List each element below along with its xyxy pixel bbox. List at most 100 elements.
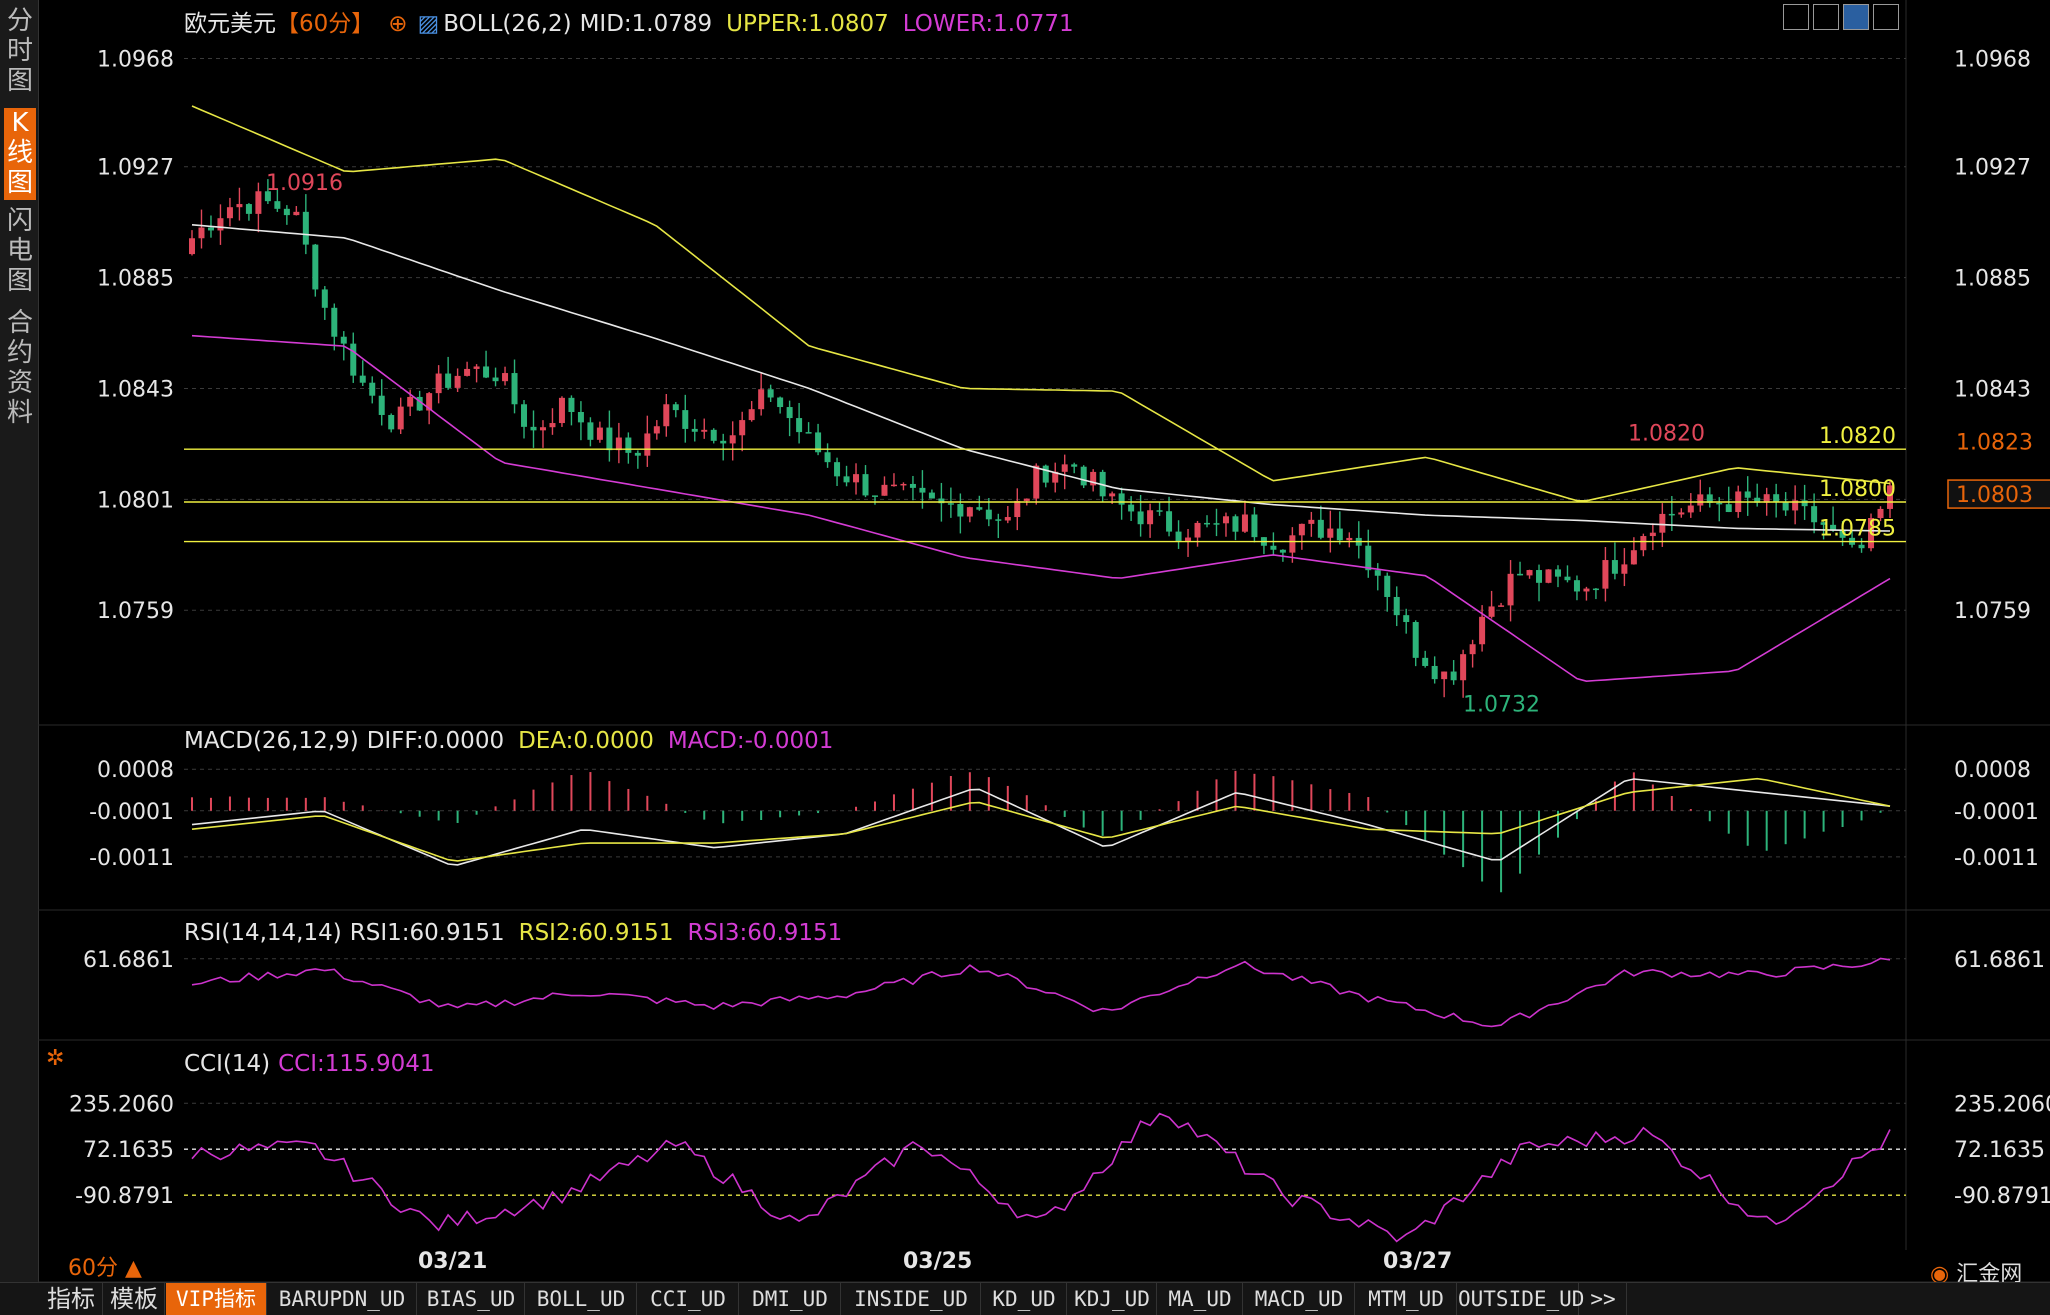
candle-body-21 bbox=[388, 414, 395, 430]
candle-body-153 bbox=[1640, 536, 1647, 551]
candle-body-72 bbox=[871, 495, 878, 497]
candle-body-76 bbox=[909, 483, 916, 488]
bottom-tab-4[interactable]: BIAS_UD bbox=[418, 1283, 525, 1315]
candle-body-145 bbox=[1564, 576, 1571, 581]
price-ytick-left-0: 1.0968 bbox=[97, 47, 174, 72]
cci-ytick-right-1: 72.1635 bbox=[1954, 1138, 2045, 1163]
macd-ytick-left-1: -0.0001 bbox=[89, 800, 174, 825]
candle-body-129 bbox=[1412, 622, 1419, 658]
bottom-tab-9[interactable]: KD_UD bbox=[982, 1283, 1067, 1315]
rsi-line bbox=[191, 957, 1891, 1028]
period-label[interactable]: 【60分】 bbox=[276, 11, 374, 37]
candle-body-140 bbox=[1517, 573, 1524, 576]
candle-body-43 bbox=[596, 427, 603, 440]
chart-icon: ▨ bbox=[417, 11, 440, 37]
macd-legend: MACD(26,12,9) DIFF:0.0000 DEA:0.0000 MACD:-… bbox=[184, 728, 847, 754]
tab-kline[interactable]: K线图 bbox=[4, 108, 36, 200]
candle-body-93 bbox=[1071, 464, 1078, 467]
candlestick-icon[interactable] bbox=[1813, 4, 1839, 30]
bottom-tab-12[interactable]: MACD_UD bbox=[1244, 1283, 1355, 1315]
candle-body-3 bbox=[217, 218, 224, 231]
expand-icon[interactable] bbox=[1873, 4, 1899, 30]
bottom-tab-7[interactable]: DMI_UD bbox=[740, 1283, 841, 1315]
candle-body-127 bbox=[1393, 596, 1400, 616]
bottom-tab-10[interactable]: KDJ_UD bbox=[1068, 1283, 1157, 1315]
candle-body-110 bbox=[1232, 516, 1239, 532]
candle-body-83 bbox=[976, 507, 983, 510]
bottom-tab-15[interactable]: >> bbox=[1580, 1283, 1627, 1315]
macd-ytick-left-2: -0.0011 bbox=[89, 846, 174, 871]
bottom-tab-13[interactable]: MTM_UD bbox=[1356, 1283, 1457, 1315]
candle-body-9 bbox=[274, 201, 281, 209]
period-indicator[interactable]: 60分 ▲ bbox=[68, 1250, 142, 1282]
candle-body-85 bbox=[995, 519, 1002, 521]
candle-body-46 bbox=[625, 437, 632, 453]
candle-body-23 bbox=[407, 396, 414, 407]
bottom-tab-2[interactable]: VIP指标 bbox=[166, 1283, 267, 1315]
candle-body-149 bbox=[1602, 560, 1609, 589]
price-ytick-left-5: 1.0759 bbox=[97, 599, 174, 624]
bottom-tab-14[interactable]: OUTSIDE_UD bbox=[1458, 1283, 1584, 1315]
level-label-2: 1.0785 bbox=[1819, 517, 1896, 542]
bottom-tab-0[interactable]: 指标 bbox=[40, 1283, 103, 1315]
boll-label: BOLL(26,2) bbox=[443, 11, 572, 37]
candle-body-158 bbox=[1687, 505, 1694, 513]
candle-body-22 bbox=[397, 406, 404, 430]
candle-body-115 bbox=[1279, 549, 1286, 553]
candle-body-11 bbox=[293, 211, 300, 216]
candle-body-124 bbox=[1365, 545, 1372, 571]
x-label-1: 03/25 bbox=[903, 1249, 972, 1274]
candle-body-151 bbox=[1621, 564, 1628, 574]
candle-body-70 bbox=[853, 474, 860, 483]
candle-body-67 bbox=[824, 452, 831, 463]
candle-body-131 bbox=[1431, 665, 1438, 680]
candle-body-77 bbox=[919, 487, 926, 493]
tab-timeshare[interactable]: 分时图 bbox=[4, 6, 36, 102]
candle-body-154 bbox=[1649, 532, 1656, 537]
bottom-tab-1[interactable]: 模板 bbox=[104, 1283, 165, 1315]
rsi3-value: RSI3:60.9151 bbox=[687, 920, 843, 946]
candle-body-167 bbox=[1773, 494, 1780, 503]
rsi2-value: RSI2:60.9151 bbox=[518, 920, 674, 946]
candle-body-109 bbox=[1222, 516, 1229, 524]
macd-ytick-left-0: 0.0008 bbox=[97, 758, 174, 783]
candle-body-101 bbox=[1147, 510, 1154, 525]
candle-body-155 bbox=[1659, 513, 1666, 533]
sidebar: 分时图 K线图 闪电图 合约资料 bbox=[0, 0, 39, 1282]
chart-canvas[interactable]: 1.0968 1.0968 1.0927 1.0927 1.0885 1.0885 1.08… bbox=[38, 0, 2050, 1282]
candle-body-106 bbox=[1194, 522, 1201, 538]
bottom-tab-11[interactable]: MA_UD bbox=[1158, 1283, 1243, 1315]
bottom-tab-3[interactable]: BARUPDN_UD bbox=[268, 1283, 417, 1315]
candle-body-49 bbox=[653, 426, 660, 434]
settings-icon[interactable]: ✲ bbox=[46, 1046, 64, 1071]
candle-body-108 bbox=[1213, 523, 1220, 525]
crosshair-icon[interactable] bbox=[1783, 4, 1809, 30]
bottom-tab-8[interactable]: INSIDE_UD bbox=[842, 1283, 981, 1315]
x-label-2: 03/27 bbox=[1383, 1249, 1452, 1274]
level-label-0: 1.0820 bbox=[1819, 424, 1896, 449]
candle-body-53 bbox=[691, 428, 698, 432]
candle-body-89 bbox=[1033, 465, 1040, 499]
target-icon[interactable]: ⊕ bbox=[388, 11, 407, 37]
candle-body-161 bbox=[1716, 502, 1723, 505]
candle-body-103 bbox=[1166, 511, 1173, 532]
candle-body-52 bbox=[682, 410, 689, 429]
line-chart-icon[interactable] bbox=[1843, 4, 1869, 30]
candle-body-36 bbox=[530, 426, 537, 431]
candle-body-168 bbox=[1782, 502, 1789, 511]
candle-body-41 bbox=[577, 411, 584, 423]
candle-body-14 bbox=[321, 289, 328, 308]
tab-contract-info[interactable]: 合约资料 bbox=[4, 308, 36, 432]
candle-body-20 bbox=[378, 395, 385, 415]
bottom-tab-5[interactable]: BOLL_UD bbox=[526, 1283, 637, 1315]
rsi-name: RSI(14,14,14) bbox=[184, 920, 342, 946]
candle-body-32 bbox=[492, 377, 499, 382]
candle-body-117 bbox=[1298, 523, 1305, 536]
candle-body-48 bbox=[644, 433, 651, 456]
candle-body-16 bbox=[340, 336, 347, 344]
candle-body-84 bbox=[985, 509, 992, 520]
price-ytick-right-1: 1.0927 bbox=[1954, 156, 2031, 181]
candle-body-38 bbox=[549, 423, 556, 428]
bottom-tab-6[interactable]: CCI_UD bbox=[638, 1283, 739, 1315]
tab-flash[interactable]: 闪电图 bbox=[4, 206, 36, 298]
